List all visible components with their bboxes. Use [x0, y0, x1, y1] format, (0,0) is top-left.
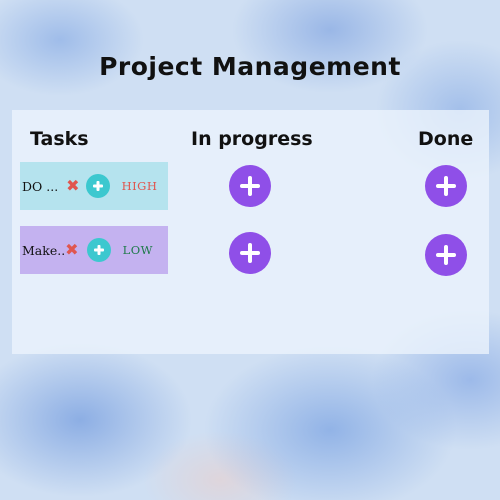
- delete-x-icon[interactable]: ✖: [66, 178, 79, 194]
- delete-x-icon[interactable]: ✖: [65, 242, 78, 258]
- task-card[interactable]: DO ... ✖ HIGH: [20, 162, 168, 210]
- column-header-in-progress: In progress: [191, 128, 313, 150]
- priority-badge: LOW: [122, 243, 153, 257]
- add-task-plus-icon[interactable]: [86, 238, 111, 262]
- priority-badge: HIGH: [121, 179, 158, 193]
- in-progress-add-button-row1[interactable]: [229, 165, 271, 207]
- page-title: Project Management: [99, 52, 401, 81]
- column-header-done: Done: [418, 128, 474, 150]
- task-card[interactable]: Make.. ✖ LOW: [20, 226, 168, 274]
- add-task-plus-icon[interactable]: [85, 174, 110, 198]
- task-title: DO ...: [22, 178, 59, 194]
- task-title: Make..: [22, 242, 66, 258]
- done-add-button-row2[interactable]: [425, 234, 467, 276]
- column-header-tasks: Tasks: [30, 128, 89, 150]
- done-add-button-row1[interactable]: [425, 165, 467, 207]
- in-progress-add-button-row2[interactable]: [229, 232, 271, 274]
